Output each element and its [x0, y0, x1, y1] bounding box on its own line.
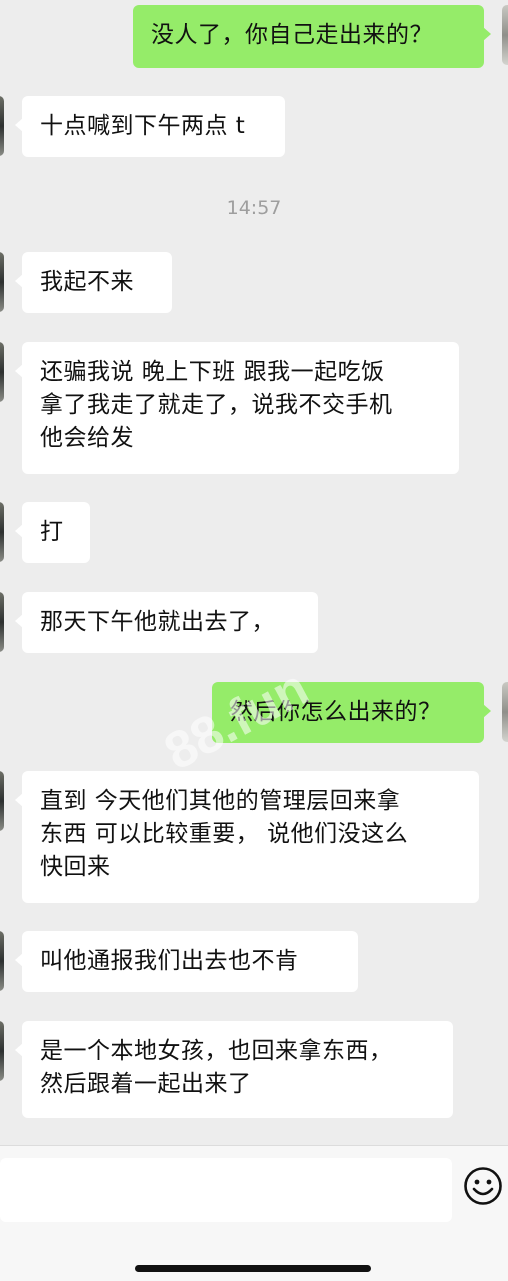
contact-avatar[interactable] — [0, 931, 4, 991]
message-bubble[interactable]: 直到 今天他们其他的管理层回来拿 东西 可以比较重要， 说他们没这么 快回来 — [15, 771, 479, 903]
chat-message-list[interactable]: 没人了，你自己走出来的？ 十点喊到下午两点 t 14:57 我起不来 还骗我说 … — [0, 0, 508, 1145]
contact-avatar[interactable] — [0, 502, 4, 562]
contact-avatar[interactable] — [0, 1021, 4, 1081]
smiley-face-icon[interactable] — [463, 1166, 503, 1206]
message-bubble[interactable]: 还骗我说 晚上下班 跟我一起吃饭 拿了我走了就走了，说我不交手机 他会给发 — [15, 342, 459, 474]
message-bubble[interactable]: 那天下午他就出去了， — [15, 592, 318, 653]
contact-avatar[interactable] — [0, 592, 4, 652]
message-bubble[interactable]: 叫他通报我们出去也不肯 — [15, 931, 358, 992]
message-bubble[interactable]: 我起不来 — [15, 252, 172, 313]
contact-avatar[interactable] — [0, 252, 4, 312]
message-bubble[interactable]: 是一个本地女孩，也回来拿东西， 然后跟着一起出来了 — [15, 1021, 453, 1118]
contact-avatar[interactable] — [0, 342, 4, 402]
my-avatar[interactable] — [502, 5, 508, 65]
message-timestamp: 14:57 — [226, 197, 282, 219]
contact-avatar[interactable] — [0, 96, 4, 156]
my-avatar[interactable] — [502, 682, 508, 742]
message-bubble[interactable]: 打 — [15, 502, 90, 563]
message-input-bar — [0, 1145, 508, 1281]
contact-avatar[interactable] — [0, 771, 4, 831]
message-bubble[interactable]: 没人了，你自己走出来的？ — [133, 5, 491, 68]
message-bubble[interactable]: 十点喊到下午两点 t — [15, 96, 285, 157]
message-input[interactable] — [0, 1158, 452, 1222]
message-bubble[interactable]: 然后你怎么出来的？ — [212, 682, 491, 743]
home-indicator[interactable] — [135, 1265, 371, 1272]
